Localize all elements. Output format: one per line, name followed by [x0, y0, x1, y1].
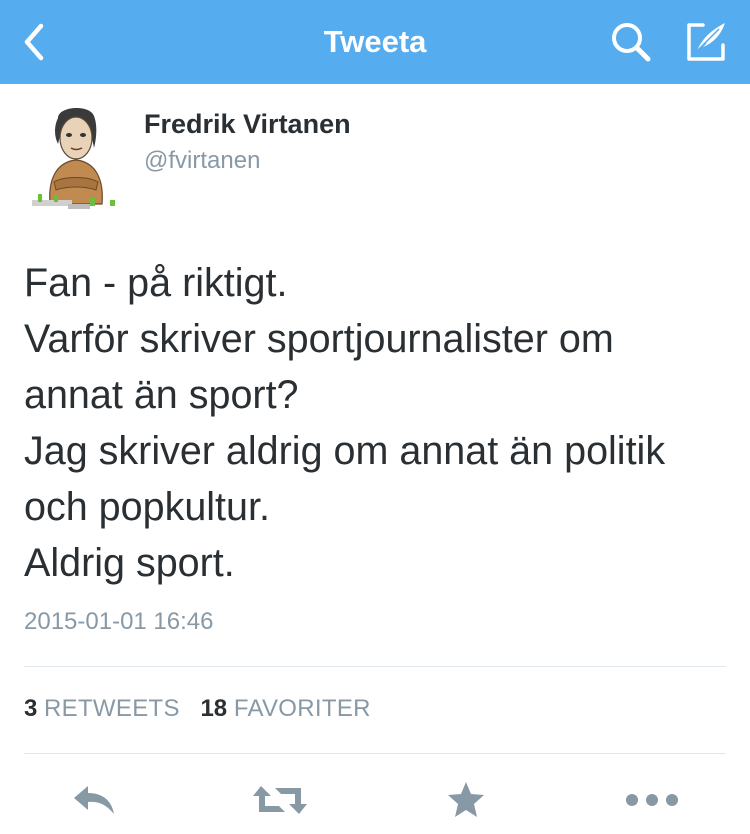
author-handle[interactable]: @fvirtanen [144, 147, 260, 175]
divider [24, 753, 726, 754]
author-avatar[interactable] [24, 104, 128, 214]
reply-button[interactable] [64, 774, 124, 826]
caricature-avatar [24, 104, 128, 214]
chevron-left-icon [24, 23, 44, 61]
retweets-label: RETWEETS [44, 695, 180, 722]
tweet-text-line: annat än sport? [24, 373, 299, 417]
favorite-button[interactable] [436, 774, 496, 826]
divider [24, 666, 726, 667]
tweet-text-line: Varför skriver sportjournalister om [24, 317, 614, 361]
author-name[interactable]: Fredrik Virtanen [144, 109, 351, 140]
tweet-detail-screen: Tweeta Fredrik Virtanen @fvirtanen Fan -… [0, 0, 750, 834]
compose-tweet-icon [687, 23, 725, 61]
reply-icon [74, 786, 114, 814]
tweet-text-line: Aldrig sport. [24, 541, 235, 585]
retweet-button[interactable] [248, 774, 312, 826]
compose-button[interactable] [680, 14, 732, 70]
star-icon [448, 782, 484, 817]
more-button[interactable] [620, 774, 684, 826]
tweet-timestamp: 2015-01-01 16:46 [24, 608, 214, 635]
more-dots-icon [626, 794, 678, 806]
favorites-stat[interactable]: 18 FAVORITER [200, 695, 370, 723]
search-button[interactable] [606, 18, 656, 66]
tweet-text-line: Fan - på riktigt. [24, 261, 288, 305]
tweet-text: Fan - på riktigt. Varför skriver sportjo… [24, 255, 734, 591]
tweet-text-line: och popkultur. [24, 485, 270, 529]
favorites-label: FAVORITER [233, 695, 371, 722]
tweet-text-line: Jag skriver aldrig om annat än politik [24, 429, 666, 473]
retweets-count: 3 [24, 695, 38, 722]
retweets-stat[interactable]: 3 RETWEETS [24, 695, 180, 723]
tweet-stats: 3 RETWEETS 18 FAVORITER [24, 695, 385, 723]
back-button[interactable] [14, 18, 54, 66]
search-icon [612, 23, 651, 62]
favorites-count: 18 [200, 695, 228, 722]
retweet-icon [253, 786, 307, 814]
nav-bar: Tweeta [0, 0, 750, 84]
